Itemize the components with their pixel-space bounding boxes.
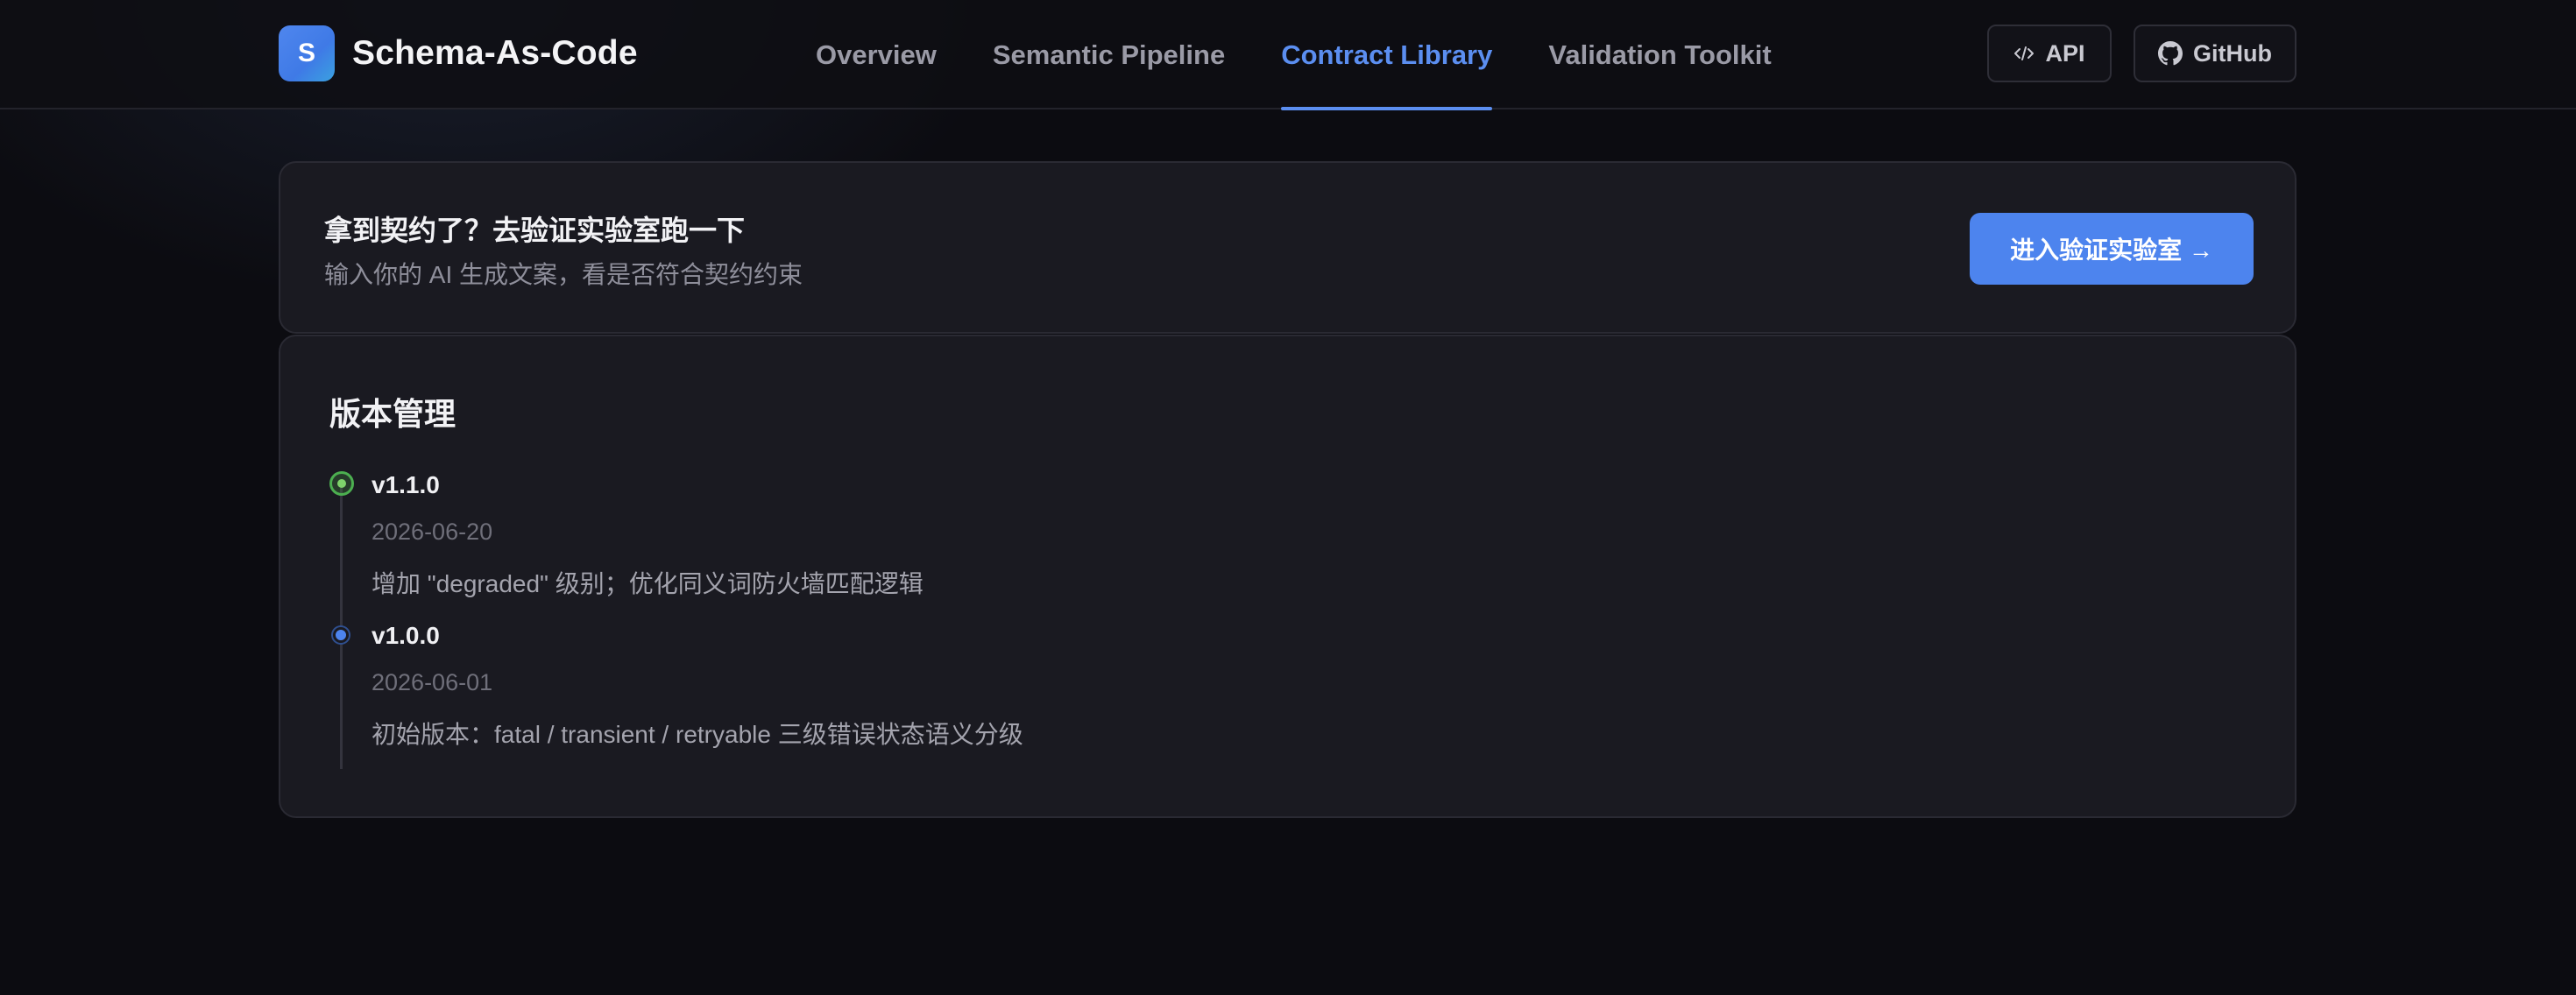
version-date: 2026-06-01 — [372, 669, 493, 695]
nav-overview[interactable]: Overview — [816, 0, 937, 109]
api-button-label: API — [2045, 39, 2085, 67]
banner-title: 拿到契约了？去验证实验室跑一下 — [324, 215, 746, 246]
nav-validation-toolkit[interactable]: Validation Toolkit — [1548, 0, 1771, 109]
page: S Schema-As-Code Overview Semantic Pipel… — [0, 0, 2576, 995]
nav-contract-library[interactable]: Contract Library — [1281, 0, 1493, 110]
version-dot-icon — [333, 627, 349, 643]
version-number: v1.1.0 — [372, 471, 440, 498]
code-icon — [2013, 45, 2035, 62]
banner-subtitle: 输入你的 AI 生成文案，看是否符合契约约束 — [324, 261, 803, 288]
brand[interactable]: S Schema-As-Code — [279, 25, 638, 81]
github-button[interactable]: GitHub — [2134, 25, 2296, 82]
validation-lab-banner: 拿到契约了？去验证实验室跑一下 输入你的 AI 生成文案，看是否符合契约约束 进… — [279, 161, 2296, 334]
version-number: v1.0.0 — [372, 622, 440, 649]
version-item: v1.1.0 2026-06-20 增加 "degraded" 级别；优化同义词… — [372, 471, 924, 600]
version-management-card: 版本管理 v1.1.0 2026-06-20 增加 "degraded" 级别；… — [279, 335, 2296, 818]
nav-semantic-pipeline[interactable]: Semantic Pipeline — [993, 0, 1225, 109]
enter-validation-lab-button[interactable]: 进入验证实验室 → — [1970, 213, 2254, 285]
version-description: 初始版本：fatal / transient / retryable 三级错误状… — [372, 721, 1023, 748]
api-button[interactable]: API — [1987, 25, 2112, 82]
logo-icon: S — [279, 25, 335, 81]
main-nav: Overview Semantic Pipeline Contract Libr… — [816, 0, 1828, 110]
section-title: 版本管理 — [329, 396, 456, 432]
version-date: 2026-06-20 — [372, 519, 493, 545]
version-description: 增加 "degraded" 级别；优化同义词防火墙匹配逻辑 — [372, 570, 924, 597]
version-item: v1.0.0 2026-06-01 初始版本：fatal / transient… — [372, 622, 1023, 751]
brand-name: Schema-As-Code — [352, 34, 638, 72]
current-version-dot-icon — [329, 471, 354, 496]
github-button-label: GitHub — [2193, 39, 2272, 67]
top-navbar: S Schema-As-Code Overview Semantic Pipel… — [0, 0, 2576, 110]
github-icon — [2158, 41, 2183, 66]
